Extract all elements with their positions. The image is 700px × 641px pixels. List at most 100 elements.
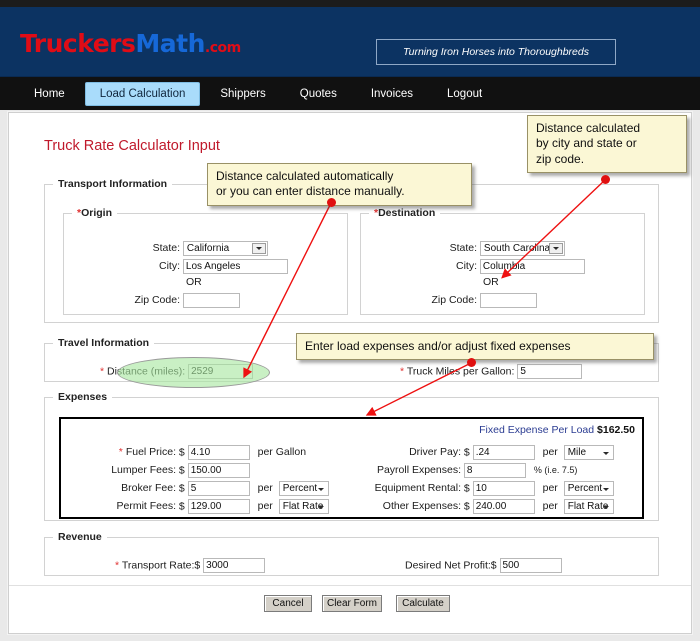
fuel-price-row: * Fuel Price: $ per Gallon <box>76 445 306 460</box>
transport-rate-required-marker: * <box>115 559 120 572</box>
payroll-expenses-row: Payroll Expenses: % (i.e. 7.5) <box>349 463 577 478</box>
fuel-price-suffix: per Gallon <box>257 446 307 459</box>
mpg-input[interactable] <box>517 364 583 379</box>
equipment-rental-unit-select[interactable]: Percent <box>563 481 614 496</box>
destination-state-value: South Carolina <box>483 243 551 254</box>
driver-pay-input[interactable] <box>472 445 535 460</box>
footer-divider <box>9 585 691 586</box>
driver-pay-row: Driver Pay: $ per Mile <box>349 445 614 460</box>
permit-fees-input[interactable] <box>187 499 250 514</box>
travel-information-legend: Travel Information <box>58 337 150 349</box>
top-strip <box>0 0 700 7</box>
distance-row: * Distance (miles): <box>100 364 254 379</box>
broker-fee-input[interactable] <box>187 481 250 496</box>
site-header: TruckersMath.com Turning Iron Horses int… <box>0 7 700 77</box>
net-profit-currency: $ <box>490 559 497 572</box>
destination-zip-row: Zip Code: <box>375 293 537 308</box>
fuel-price-input[interactable] <box>187 445 250 460</box>
nav-item-load-calculation[interactable]: Load Calculation <box>84 81 201 106</box>
net-profit-row: Desired Net Profit:$ <box>405 558 562 573</box>
callout-zip-code: Distance calculated by city and state or… <box>527 115 687 174</box>
origin-state-label: State: <box>152 242 180 255</box>
callout-distance-line2: or you can enter distance manually. <box>216 184 405 199</box>
cancel-button[interactable]: Cancel <box>264 595 312 612</box>
expenses-legend: Expenses <box>58 391 108 403</box>
fuel-price-label: Fuel Price: <box>125 446 176 459</box>
origin-state-select[interactable]: California <box>182 241 268 256</box>
clear-form-button[interactable]: Clear Form <box>322 595 382 612</box>
destination-city-row: City: <box>375 259 585 274</box>
fuel-price-required-marker: * <box>118 446 123 459</box>
chevron-down-icon <box>548 243 563 254</box>
chevron-down-icon <box>251 243 266 254</box>
distance-input[interactable] <box>188 364 254 379</box>
payroll-expenses-label: Payroll Expenses: <box>376 464 461 477</box>
page-title: Truck Rate Calculator Input <box>44 138 220 154</box>
chevron-down-icon <box>317 485 325 493</box>
permit-fees-per-label: per <box>257 500 273 513</box>
driver-pay-currency: $ <box>463 446 470 459</box>
nav-item-invoices[interactable]: Invoices <box>357 82 427 106</box>
logo-text-dotcom: .com <box>204 40 241 56</box>
app-screen: TruckersMath.com Turning Iron Horses int… <box>0 0 700 641</box>
origin-zip-input[interactable] <box>182 293 240 308</box>
callout-expenses-text: Enter load expenses and/or adjust fixed … <box>305 339 571 353</box>
other-expenses-unit-select[interactable]: Flat Rate <box>563 499 614 514</box>
broker-fee-unit-select[interactable]: Percent <box>278 481 329 496</box>
other-expenses-input[interactable] <box>472 499 535 514</box>
destination-zip-input[interactable] <box>479 293 537 308</box>
origin-state-value: California <box>186 243 230 254</box>
origin-legend: *Origin <box>72 207 117 219</box>
driver-pay-per-label: per <box>542 446 558 459</box>
payroll-expenses-input[interactable] <box>463 463 526 478</box>
nav-item-quotes[interactable]: Quotes <box>286 82 351 106</box>
callout-distance-line1: Distance calculated automatically <box>216 169 394 183</box>
nav-item-shippers[interactable]: Shippers <box>206 82 279 106</box>
callout-distance-auto: Distance calculated automatically or you… <box>207 163 472 206</box>
transport-rate-input[interactable] <box>203 558 266 573</box>
chevron-down-icon <box>602 449 610 457</box>
destination-fieldset: *Destination State: South Carolina City:… <box>360 207 645 315</box>
origin-city-input[interactable] <box>182 259 288 274</box>
permit-fees-unit-select[interactable]: Flat Rate <box>278 499 329 514</box>
callout-zip-line2: by city and state or <box>536 136 637 151</box>
nav-item-home[interactable]: Home <box>20 82 79 106</box>
tagline-text: Turning Iron Horses into Thoroughbreds <box>403 46 589 58</box>
origin-city-row: City: <box>78 259 288 274</box>
equipment-rental-row: Equipment Rental: $ per Percent <box>349 481 614 496</box>
equipment-rental-input[interactable] <box>472 481 535 496</box>
mpg-required-marker: * <box>400 365 405 378</box>
mpg-row: * Truck Miles per Gallon: <box>400 364 583 379</box>
revenue-fieldset: Revenue * Transport Rate:$ Desired Net P… <box>44 531 659 576</box>
broker-fee-per-label: per <box>257 482 273 495</box>
broker-fee-unit-value: Percent <box>282 483 318 494</box>
logo-text-truckers: Truckers <box>20 29 136 58</box>
callout-expenses-anchor-dot <box>467 358 476 367</box>
destination-zip-label: Zip Code: <box>431 294 477 307</box>
site-logo[interactable]: TruckersMath.com <box>20 29 241 58</box>
equipment-rental-unit-value: Percent <box>567 483 603 494</box>
other-expenses-row: Other Expenses: $ per Flat Rate <box>349 499 614 514</box>
transport-rate-currency: $ <box>194 559 201 572</box>
calculate-button[interactable]: Calculate <box>396 595 450 612</box>
logo-text-math: Math <box>135 29 205 58</box>
fixed-expense-value: $162.50 <box>597 424 635 436</box>
lumper-fees-row: Lumper Fees: $ <box>76 463 250 478</box>
destination-state-select[interactable]: South Carolina <box>479 241 565 256</box>
lumper-fees-currency: $ <box>178 464 185 477</box>
nav-item-logout[interactable]: Logout <box>433 82 496 106</box>
callout-expenses: Enter load expenses and/or adjust fixed … <box>296 333 654 361</box>
destination-state-row: State: South Carolina <box>375 241 565 256</box>
net-profit-label: Desired Net Profit: <box>405 559 491 572</box>
callout-zip-line1: Distance calculated <box>536 121 641 135</box>
lumper-fees-input[interactable] <box>187 463 250 478</box>
fixed-expense-per-load: Fixed Expense Per Load $162.50 <box>479 424 635 436</box>
net-profit-input[interactable] <box>499 558 562 573</box>
equipment-rental-per-label: per <box>542 482 558 495</box>
distance-label: Distance (miles): <box>107 365 186 378</box>
fixed-expense-label: Fixed Expense Per Load <box>479 424 595 436</box>
transport-rate-label: Transport Rate: <box>121 559 195 572</box>
destination-city-input[interactable] <box>479 259 585 274</box>
driver-pay-unit-select[interactable]: Mile <box>563 445 614 460</box>
permit-fees-row: Permit Fees: $ per Flat Rate <box>76 499 329 514</box>
